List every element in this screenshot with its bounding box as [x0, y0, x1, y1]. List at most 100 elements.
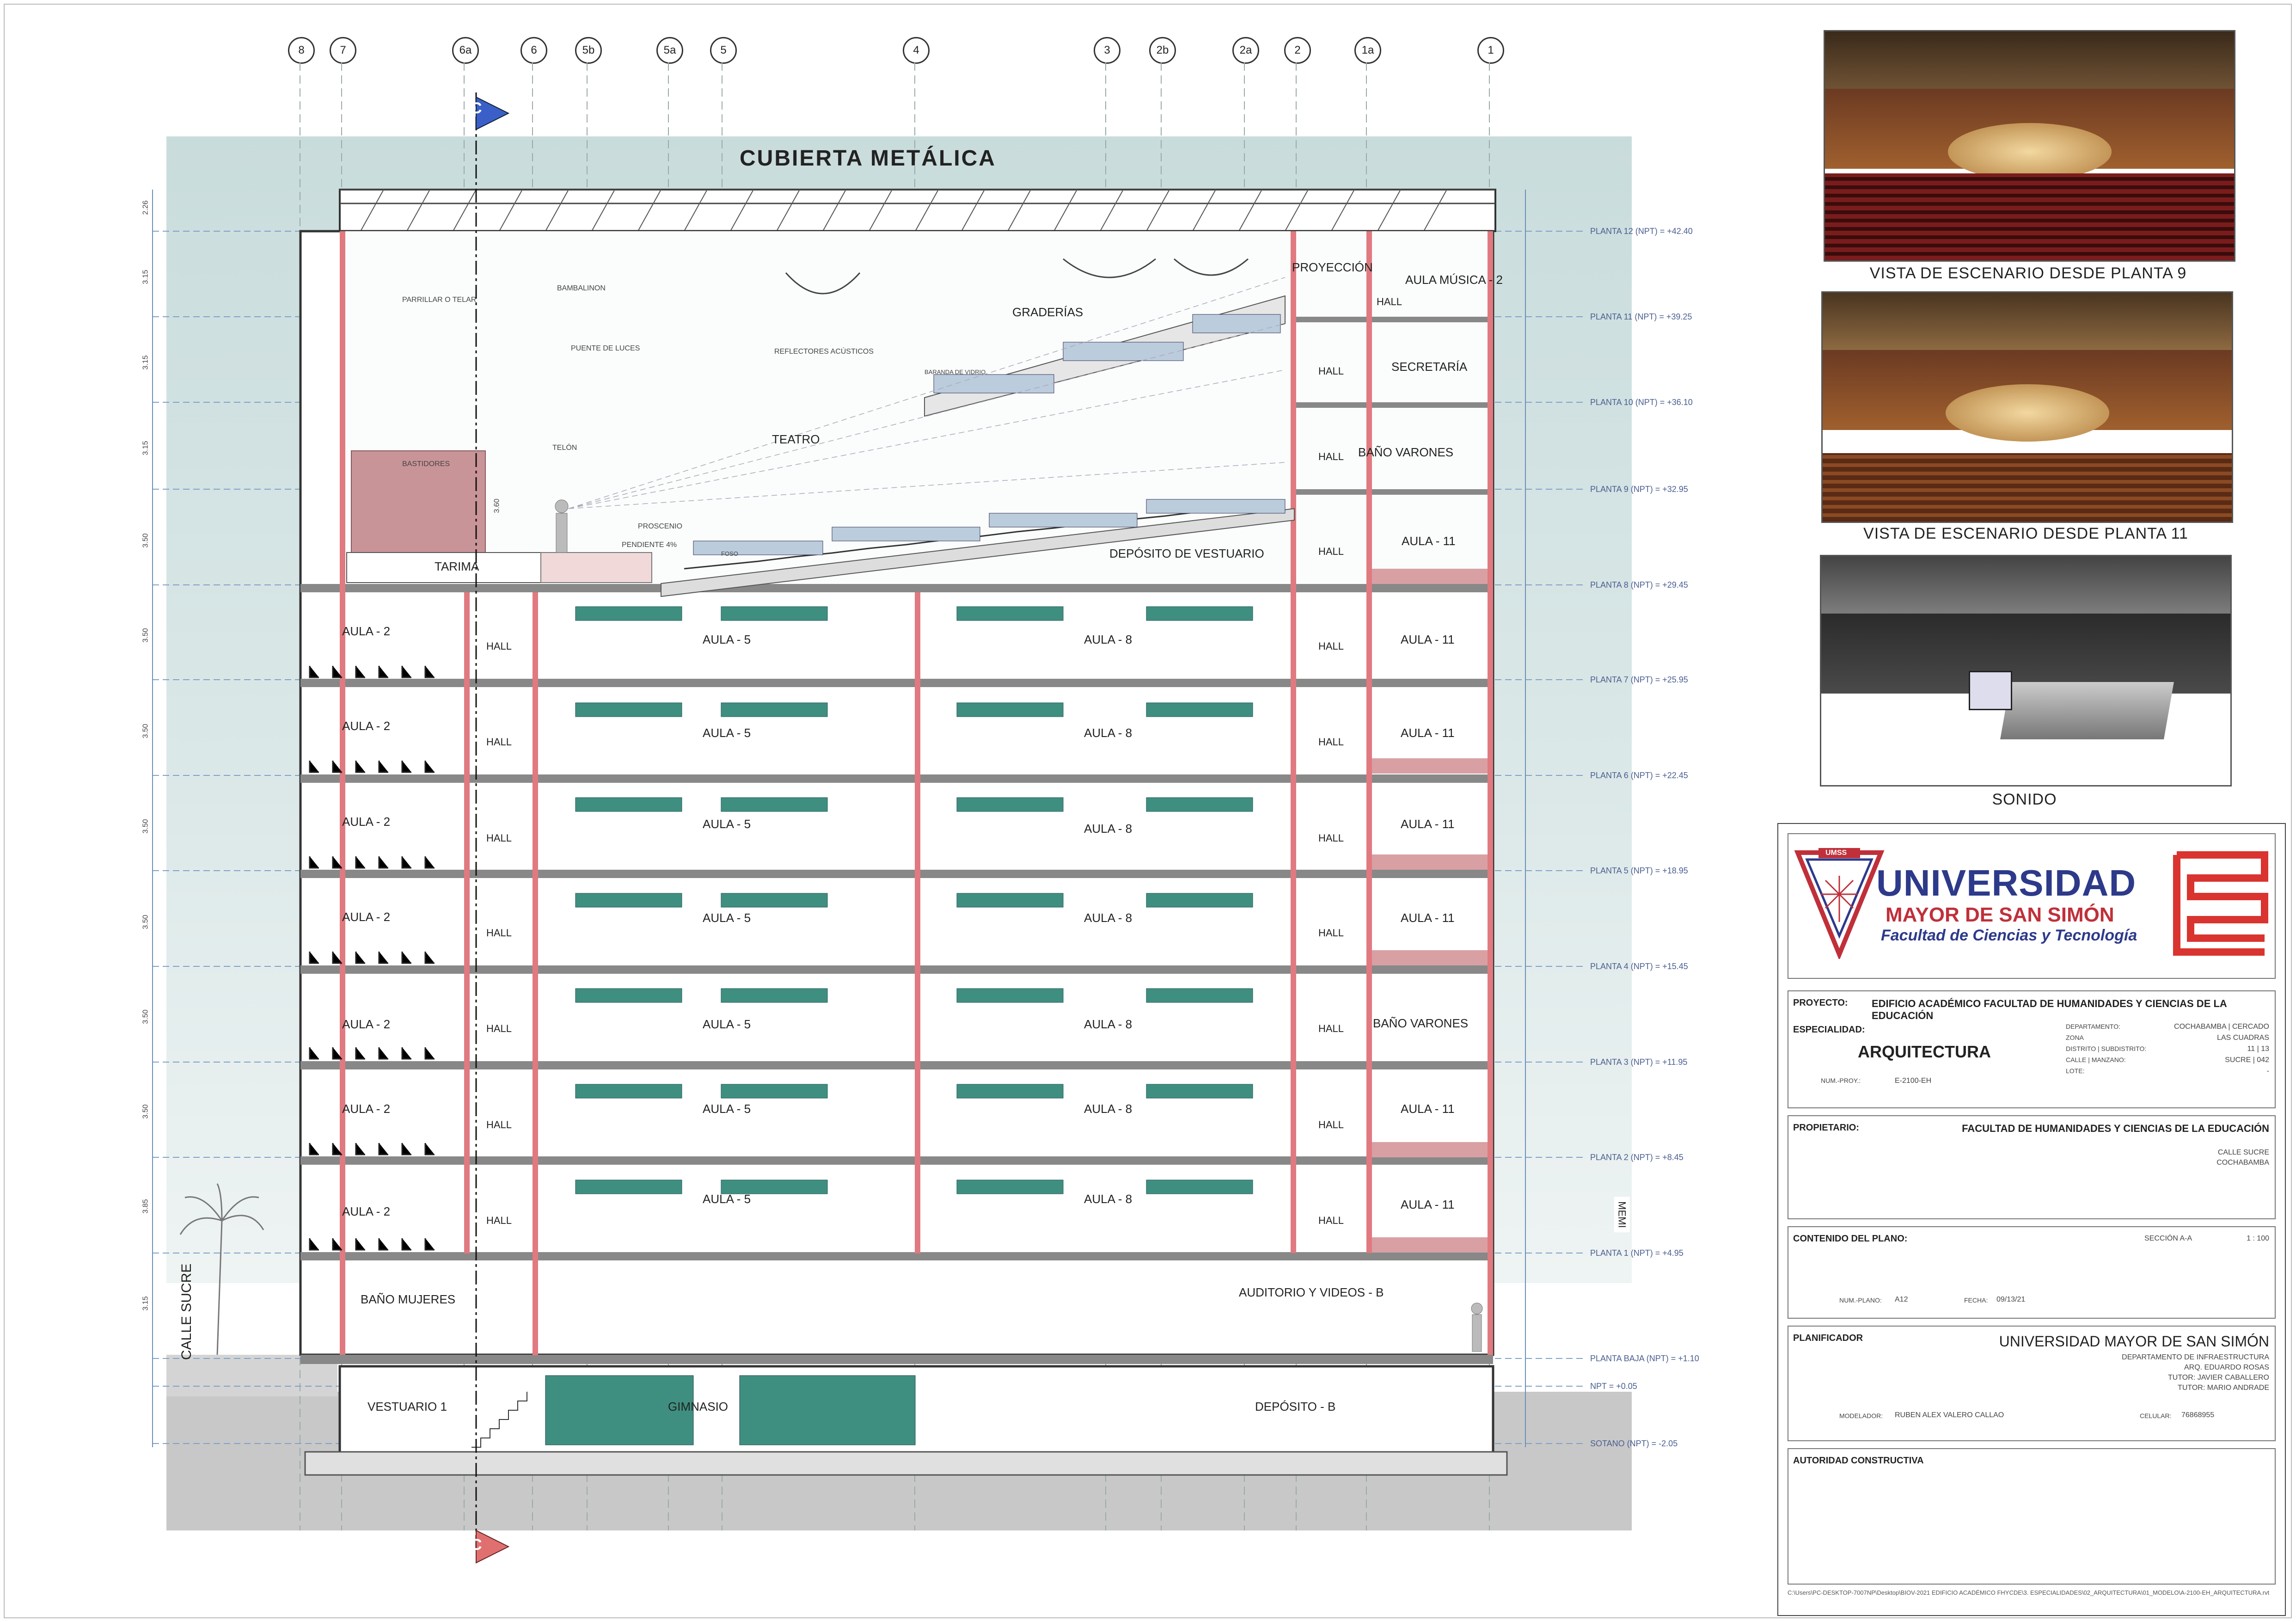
aula-5-label: AULA - 5 [703, 726, 751, 740]
aula-11-label: AULA - 11 [1401, 911, 1455, 925]
gimnasio-label: GIMNASIO [668, 1400, 729, 1413]
planificador-panel: PLANIFICADOR UNIVERSIDAD MAYOR DE SAN SI… [1788, 1326, 2276, 1441]
mixing-console-render [2000, 682, 2174, 739]
aula-2-label: AULA - 2 [342, 719, 391, 733]
autoridad-label: AUTORIDAD CONSTRUCTIVA [1793, 1456, 1924, 1466]
autoridad-panel: AUTORIDAD CONSTRUCTIVA [1788, 1448, 2276, 1585]
hall-label: HALL [1318, 451, 1344, 462]
deposito-vestuario-label: DEPÓSITO DE VESTUARIO [1109, 547, 1264, 560]
especialidad-label: ESPECIALIDAD: [1793, 1025, 1865, 1035]
auditorio-label: AUDITORIO Y VIDEOS - B [1239, 1285, 1384, 1299]
fecha-label: FECHA: [1964, 1296, 1988, 1304]
seating-render [1825, 173, 2234, 260]
aula-11-label: AULA - 11 [1402, 534, 1456, 548]
aula-11-label: AULA - 11 [1401, 1102, 1455, 1116]
university-name: UNIVERSIDAD [1876, 862, 2137, 903]
departamento-label: DEPARTAMENTO: [2066, 1023, 2120, 1030]
celular-value: 76868955 [2181, 1411, 2215, 1419]
foso-label: FOSO [721, 550, 738, 557]
height-dim: 3.15 [141, 1296, 150, 1311]
aula-2-label: AULA - 2 [342, 1204, 391, 1218]
zona-label: ZONA [2066, 1034, 2084, 1041]
level-label: PLANTA 6 (NPT) = +22.45 [1590, 771, 1688, 780]
tarima-label: TARIMA [435, 559, 479, 573]
aula-5-label: AULA - 5 [703, 633, 751, 646]
hall-label: HALL [1318, 1023, 1344, 1034]
stage-render [1947, 123, 2112, 180]
propietario-panel: PROPIETARIO: FACULTAD DE HUMANIDADES Y C… [1788, 1115, 2276, 1219]
section-marker-bottom: C [471, 1536, 482, 1554]
num-proy-value: E-2100-EH [1895, 1077, 1932, 1085]
bano-varones-label: BAÑO VARONES [1358, 445, 1454, 459]
celular-label: CELULAR: [2140, 1412, 2172, 1419]
aula-2-label: AULA - 2 [342, 624, 391, 638]
aula-8-label: AULA - 8 [1084, 1192, 1133, 1206]
calle-label: CALLE | MANZANO: [2066, 1056, 2126, 1063]
stage-render [1945, 384, 2109, 442]
aula-2-label: AULA - 2 [342, 1017, 391, 1031]
aula-8-label: AULA - 8 [1084, 822, 1133, 836]
hall-label: HALL [486, 1023, 512, 1034]
propietario-label: PROPIETARIO: [1793, 1123, 1859, 1133]
stage-height-note: 3.60 [493, 498, 501, 513]
level-label: PLANTA 10 (NPT) = +36.10 [1590, 398, 1693, 407]
hall-label: HALL [1318, 1215, 1344, 1226]
height-dim: 3.50 [141, 819, 150, 834]
modelador-label: MODELADOR: [1839, 1412, 1883, 1419]
aula-11-label: AULA - 11 [1401, 633, 1455, 646]
university-name-line2: MAYOR DE SAN SIMÓN [1886, 903, 2114, 926]
aula-5-label: AULA - 5 [703, 1102, 751, 1116]
aula-2-label: AULA - 2 [342, 815, 391, 829]
level-label: PLANTA 8 (NPT) = +29.45 [1590, 580, 1688, 590]
level-label: PLANTA 12 (NPT) = +42.40 [1590, 227, 1693, 236]
hall-label: HALL [1318, 832, 1344, 844]
view-caption: VISTA DE ESCENARIO DESDE PLANTA 9 [1869, 264, 2187, 282]
aula-musica-label: AULA MÚSICA - 2 [1405, 273, 1503, 287]
height-dim: 3.85 [141, 1199, 150, 1214]
contenido-label: CONTENIDO DEL PLANO: [1793, 1234, 1908, 1244]
height-dim: 3.50 [141, 628, 150, 643]
parrillar-label: PARRILLAR O TELAR [402, 296, 477, 304]
height-dim: 3.50 [141, 533, 150, 548]
height-dim: 3.50 [141, 1009, 150, 1024]
aula-8-label: AULA - 8 [1084, 726, 1133, 740]
planificador-line-2: ARQ. EDUARDO ROSAS [2184, 1364, 2269, 1371]
hall-label: HALL [1318, 927, 1344, 939]
propietario-address-1: CALLE SUCRE [2217, 1149, 2269, 1156]
aula-8-label: AULA - 8 [1084, 1017, 1133, 1031]
aula-11-label: AULA - 11 [1401, 817, 1455, 831]
bano-mujeres-label: BAÑO MUJERES [361, 1292, 456, 1306]
aula-2-label: AULA - 2 [342, 1102, 391, 1116]
proyecto-panel: PROYECTO: EDIFICIO ACADÉMICO FACULTAD DE… [1788, 990, 2276, 1108]
vestuario-label: VESTUARIO 1 [367, 1400, 447, 1413]
level-label: PLANTA 5 (NPT) = +18.95 [1590, 866, 1688, 875]
distrito-label: DISTRITO | SUBDISTRITO: [2066, 1045, 2147, 1052]
lote-value: - [2266, 1067, 2269, 1075]
umss-shield-icon [1794, 848, 1885, 959]
distrito-value: 11 | 13 [2247, 1045, 2269, 1053]
level-label: PLANTA 7 (NPT) = +25.95 [1590, 675, 1688, 684]
aula-8-label: AULA - 8 [1084, 633, 1133, 646]
aula-5-label: AULA - 5 [703, 1017, 751, 1031]
aula-8-label: AULA - 8 [1084, 911, 1133, 925]
height-dim: 2.26 [141, 200, 150, 215]
hall-label: HALL [1377, 296, 1402, 307]
section-drawing: 8 7 6a 6 5b 5a 5 4 3 2b 2a 2 1a 1 CUBIER… [0, 0, 1757, 1622]
hall-label: HALL [1318, 546, 1344, 557]
lote-label: LOTE: [2066, 1067, 2085, 1075]
bano-varones-label: BAÑO VARONES [1373, 1016, 1469, 1030]
planificador-line-4: TUTOR: MARIO ANDRADE [2178, 1384, 2269, 1392]
monitor-render [1968, 670, 2013, 710]
view-image-sonido [1820, 555, 2232, 786]
level-label: NPT = +0.05 [1590, 1382, 1637, 1391]
view-image-planta-11 [1821, 291, 2233, 523]
aula-5-label: AULA - 5 [703, 1192, 751, 1206]
planificador-label: PLANIFICADOR [1793, 1333, 1863, 1343]
baranda-label: BARANDA DE VIDRIO [925, 369, 986, 375]
section-linework [152, 62, 1586, 1564]
teatro-label: TEATRO [772, 432, 820, 446]
hall-label: HALL [486, 832, 512, 844]
faculty-logo-icon [2173, 851, 2268, 956]
propietario-address-2: COCHABAMBA [2216, 1159, 2269, 1167]
planificador-value: UNIVERSIDAD MAYOR DE SAN SIMÓN [1999, 1333, 2269, 1350]
